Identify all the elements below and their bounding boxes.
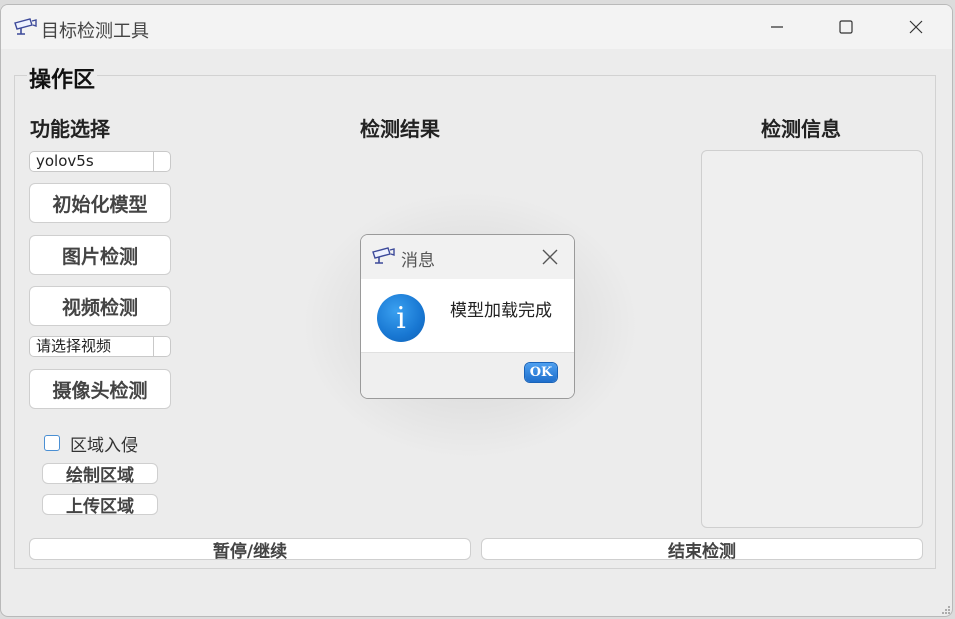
maximize-button[interactable] (811, 5, 881, 49)
dialog-title-bar[interactable]: 消息 (361, 235, 574, 279)
model-select-value: yolov5s (36, 152, 94, 170)
init-model-button[interactable]: 初始化模型 (29, 183, 171, 223)
function-select-title: 功能选择 (30, 117, 110, 141)
detection-info-box[interactable] (701, 150, 923, 528)
camera-icon (372, 247, 395, 264)
model-select[interactable]: yolov5s (29, 151, 171, 172)
dialog-footer: OK (361, 352, 574, 398)
resize-grip-icon[interactable] (941, 605, 951, 615)
close-button[interactable] (881, 5, 951, 49)
detection-info-title: 检测信息 (761, 117, 841, 141)
intrusion-checkbox-label[interactable]: 区域入侵 (70, 431, 138, 456)
dropdown-arrow-icon[interactable] (153, 152, 170, 171)
title-bar[interactable]: 目标检测工具 (1, 5, 952, 49)
dialog-message: 模型加载完成 (450, 301, 552, 321)
dropdown-arrow-icon[interactable] (153, 337, 170, 356)
minimize-button[interactable] (742, 5, 812, 49)
close-icon[interactable] (539, 246, 561, 268)
pause-resume-button[interactable]: 暂停/继续 (29, 538, 471, 562)
window-title: 目标检测工具 (41, 21, 149, 42)
camera-icon (14, 18, 37, 35)
ok-button[interactable]: OK (525, 363, 557, 382)
info-icon: i (377, 294, 425, 342)
minimize-icon (771, 26, 783, 28)
stop-detection-button[interactable]: 结束检测 (481, 538, 923, 562)
message-dialog: 消息 i 模型加载完成 OK (360, 234, 575, 399)
dialog-title: 消息 (401, 251, 435, 271)
group-title: 操作区 (27, 62, 98, 94)
video-detect-button[interactable]: 视频检测 (29, 286, 171, 326)
upload-area-button[interactable]: 上传区域 (42, 494, 158, 517)
camera-detect-button[interactable]: 摄像头检测 (29, 369, 171, 409)
video-select[interactable]: 请选择视频 (29, 336, 171, 357)
draw-area-button[interactable]: 绘制区域 (42, 463, 158, 486)
intrusion-checkbox[interactable] (44, 435, 60, 451)
image-detect-button[interactable]: 图片检测 (29, 235, 171, 275)
maximize-icon (839, 20, 853, 34)
dialog-body: i 模型加载完成 (361, 279, 574, 352)
detection-result-title: 检测结果 (360, 117, 440, 141)
close-icon (909, 20, 923, 34)
video-select-value: 请选择视频 (36, 337, 112, 355)
